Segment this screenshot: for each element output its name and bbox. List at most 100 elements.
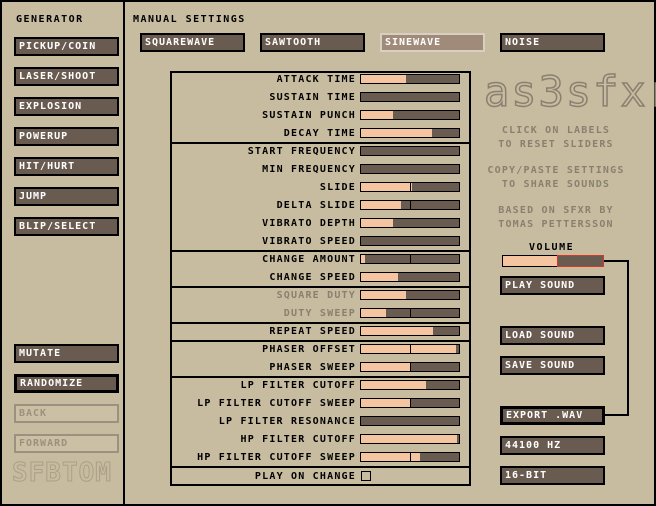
param-slider[interactable]: [360, 380, 460, 390]
mutate-button[interactable]: MUTATE: [14, 344, 119, 363]
param-label[interactable]: HP FILTER CUTOFF SWEEP: [197, 452, 356, 463]
laser-shoot-button[interactable]: LASER/SHOOT: [14, 67, 119, 86]
param-slider-fill: [361, 381, 426, 389]
param-slider[interactable]: [360, 146, 460, 156]
param-slider[interactable]: [360, 128, 460, 138]
sinewave-button[interactable]: SINEWAVE: [380, 33, 485, 52]
connector-line-vertical: [627, 260, 629, 416]
param-label[interactable]: PHASER OFFSET: [262, 344, 356, 355]
param-slider[interactable]: [360, 362, 460, 372]
volume-slider-fill: [503, 256, 557, 266]
param-label[interactable]: MIN FREQUENCY: [262, 164, 356, 175]
explosion-button[interactable]: EXPLOSION: [14, 97, 119, 116]
credit-line1: BASED ON SFXR BY: [498, 205, 614, 216]
play-sound-button[interactable]: PLAY SOUND: [500, 276, 605, 295]
param-slider[interactable]: [360, 272, 460, 282]
play-on-change-row: PLAY ON CHANGE: [172, 468, 469, 486]
param-label[interactable]: START FREQUENCY: [248, 146, 356, 157]
param-row: START FREQUENCY: [172, 143, 469, 161]
param-slider-fill: [361, 363, 410, 371]
export-wav-button[interactable]: EXPORT .WAV: [500, 406, 605, 425]
param-label[interactable]: CHANGE SPEED: [269, 272, 356, 283]
manual-settings-title: MANUAL SETTINGS: [133, 14, 246, 25]
param-slider[interactable]: [360, 344, 460, 354]
noise-button[interactable]: NOISE: [500, 33, 605, 52]
randomize-button[interactable]: RANDOMIZE: [14, 374, 119, 393]
param-row: DELTA SLIDE: [172, 197, 469, 215]
forward-button[interactable]: FORWARD: [14, 434, 119, 453]
squarewave-button[interactable]: SQUAREWAVE: [140, 33, 245, 52]
param-slider[interactable]: [360, 236, 460, 246]
param-slider-fill: [361, 399, 410, 407]
sfbtom-logo: SFBTOM: [12, 458, 112, 489]
param-label[interactable]: VIBRATO SPEED: [262, 236, 356, 247]
sample-rate-button[interactable]: 44100 HZ: [500, 436, 605, 455]
param-label[interactable]: SUSTAIN PUNCH: [262, 110, 356, 121]
sfxr-window: GENERATOR PICKUP/COIN LASER/SHOOT EXPLOS…: [0, 0, 656, 506]
param-slider-fill: [361, 75, 407, 83]
sawtooth-button[interactable]: SAWTOOTH: [260, 33, 365, 52]
hint-share-line1: COPY/PASTE SETTINGS: [487, 165, 625, 176]
param-slider[interactable]: [360, 434, 460, 444]
param-slider-center-tick: [410, 453, 411, 461]
param-row: SUSTAIN TIME: [172, 89, 469, 107]
param-label[interactable]: LP FILTER CUTOFF SWEEP: [197, 398, 356, 409]
hint-share-line2: TO SHARE SOUNDS: [501, 179, 611, 190]
param-slider[interactable]: [360, 110, 460, 120]
param-label[interactable]: REPEAT SPEED: [269, 326, 356, 337]
param-row: DUTY SWEEP: [172, 305, 469, 323]
save-sound-button[interactable]: SAVE SOUND: [500, 356, 605, 375]
bit-depth-button[interactable]: 16-BIT: [500, 466, 605, 485]
param-label[interactable]: VIBRATO DEPTH: [262, 218, 356, 229]
param-label[interactable]: PHASER SWEEP: [269, 362, 356, 373]
param-slider[interactable]: [360, 164, 460, 174]
play-on-change-checkbox[interactable]: [361, 471, 371, 481]
param-slider[interactable]: [360, 218, 460, 228]
param-label[interactable]: DUTY SWEEP: [284, 308, 356, 319]
column-divider: [123, 2, 125, 506]
param-slider-center-tick: [410, 363, 411, 371]
hit-hurt-button[interactable]: HIT/HURT: [14, 157, 119, 176]
as3sfxr-logo: as3sfxr: [483, 67, 656, 117]
param-row: HP FILTER CUTOFF: [172, 431, 469, 449]
param-label[interactable]: SQUARE DUTY: [277, 290, 356, 301]
param-slider-fill: [361, 129, 432, 137]
param-slider[interactable]: [360, 74, 460, 84]
param-slider[interactable]: [360, 290, 460, 300]
param-label[interactable]: HP FILTER CUTOFF: [240, 434, 356, 445]
param-slider-fill: [361, 273, 399, 281]
param-slider[interactable]: [360, 326, 460, 336]
param-label[interactable]: LP FILTER CUTOFF: [240, 380, 356, 391]
param-slider[interactable]: [360, 416, 460, 426]
param-row: SLIDE: [172, 179, 469, 197]
param-slider[interactable]: [360, 308, 460, 318]
param-slider[interactable]: [360, 92, 460, 102]
param-slider[interactable]: [360, 398, 460, 408]
param-label[interactable]: SLIDE: [320, 182, 356, 193]
param-label[interactable]: ATTACK TIME: [277, 74, 356, 85]
back-button[interactable]: BACK: [14, 404, 119, 423]
param-label[interactable]: CHANGE AMOUNT: [262, 254, 356, 265]
param-slider-fill: [361, 183, 412, 191]
param-slider-fill: [361, 345, 457, 353]
param-row: VIBRATO DEPTH: [172, 215, 469, 233]
play-on-change-label[interactable]: PLAY ON CHANGE: [255, 471, 356, 482]
connector-line-bottom: [605, 414, 629, 416]
param-row: LP FILTER CUTOFF SWEEP: [172, 395, 469, 413]
param-slider[interactable]: [360, 254, 460, 264]
param-slider-fill: [361, 219, 394, 227]
param-slider[interactable]: [360, 200, 460, 210]
pickup-coin-button[interactable]: PICKUP/COIN: [14, 37, 119, 56]
powerup-button[interactable]: POWERUP: [14, 127, 119, 146]
blip-select-button[interactable]: BLIP/SELECT: [14, 217, 119, 236]
load-sound-button[interactable]: LOAD SOUND: [500, 326, 605, 345]
param-label[interactable]: LP FILTER RESONANCE: [219, 416, 356, 427]
param-slider-center-tick: [410, 399, 411, 407]
param-label[interactable]: DECAY TIME: [284, 128, 356, 139]
jump-button[interactable]: JUMP: [14, 187, 119, 206]
param-label[interactable]: SUSTAIN TIME: [269, 92, 356, 103]
param-slider[interactable]: [360, 182, 460, 192]
param-label[interactable]: DELTA SLIDE: [277, 200, 356, 211]
param-slider[interactable]: [360, 452, 460, 462]
volume-slider[interactable]: [502, 255, 604, 267]
